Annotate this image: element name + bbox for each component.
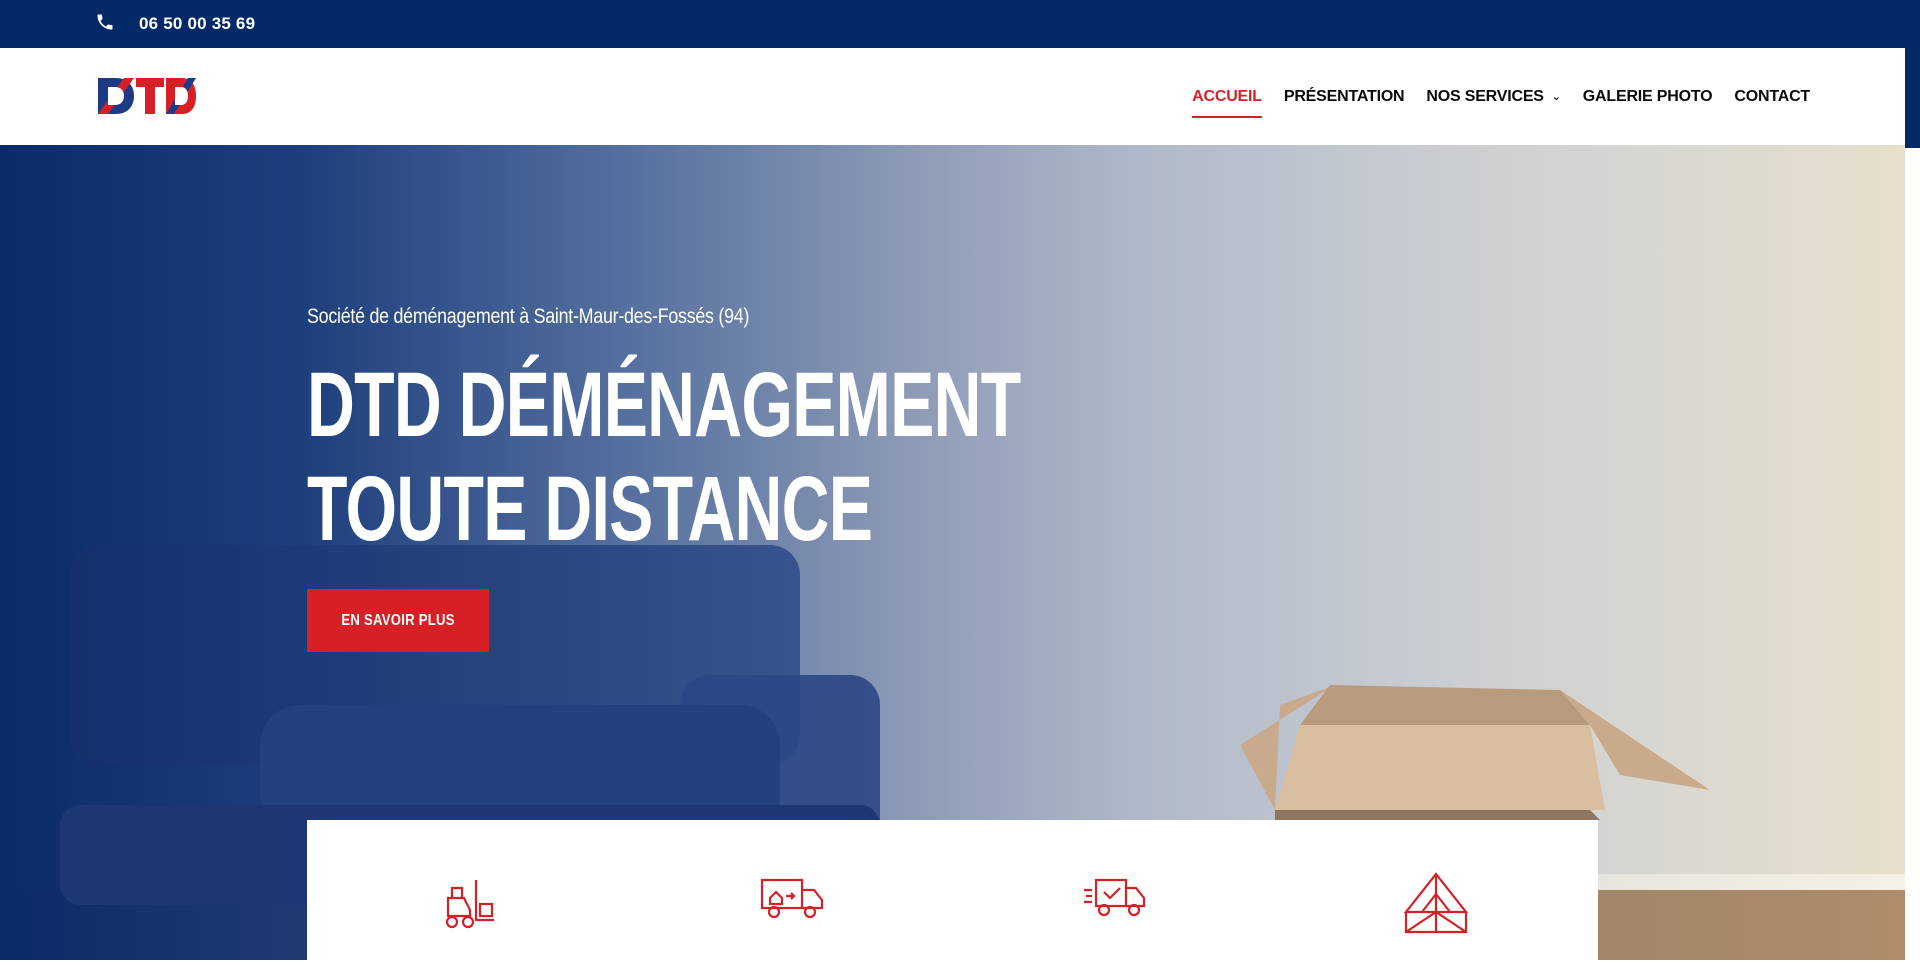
hero-title-line2: TOUTE DISTANCE (307, 458, 873, 560)
nav-item-nos-services[interactable]: NOS SERVICES ⌄ (1426, 82, 1561, 112)
phone-contact[interactable]: 06 50 00 35 69 (95, 0, 255, 48)
nav-label: PRÉSENTATION (1283, 87, 1405, 105)
site-logo[interactable] (94, 76, 198, 121)
nav-item-presentation[interactable]: PRÉSENTATION (1284, 82, 1405, 112)
site-header: ACCUEIL PRÉSENTATION NOS SERVICES ⌄ GALER… (0, 48, 1905, 145)
nav-label: NOS SERVICES (1426, 87, 1544, 105)
nav-item-accueil[interactable]: ACCUEIL (1192, 82, 1262, 118)
top-bar: 06 50 00 35 69 (0, 0, 1905, 48)
chevron-down-icon: ⌄ (1551, 91, 1561, 103)
nav-label: CONTACT (1734, 87, 1810, 105)
nav-item-contact[interactable]: CONTACT (1734, 82, 1810, 112)
roof-truss-icon (1403, 872, 1469, 939)
services-card (307, 820, 1598, 965)
delivery-truck-icon (1084, 876, 1146, 923)
moving-truck-icon (760, 876, 824, 923)
hero-content: Société de déménagement à Saint-Maur-des… (307, 305, 1298, 561)
hero-title-line1: DTD DÉMÉNAGEMENT (307, 354, 1021, 456)
forklift-icon (440, 876, 498, 937)
phone-number[interactable]: 06 50 00 35 69 (139, 14, 255, 34)
main-nav: ACCUEIL PRÉSENTATION NOS SERVICES ⌄ GALER… (1192, 48, 1810, 145)
nav-label: ACCUEIL (1192, 87, 1262, 105)
phone-icon (95, 12, 115, 37)
hero-title: DTD DÉMÉNAGEMENT TOUTE DISTANCE (307, 353, 1021, 561)
page-edge (1905, 0, 1920, 965)
nav-item-galerie-photo[interactable]: GALERIE PHOTO (1583, 82, 1713, 112)
hero-subtitle: Société de déménagement à Saint-Maur-des… (307, 305, 750, 328)
en-savoir-plus-button[interactable]: EN SAVOIR PLUS (307, 589, 489, 652)
cta-label: EN SAVOIR PLUS (341, 611, 455, 629)
nav-label: GALERIE PHOTO (1582, 87, 1713, 105)
